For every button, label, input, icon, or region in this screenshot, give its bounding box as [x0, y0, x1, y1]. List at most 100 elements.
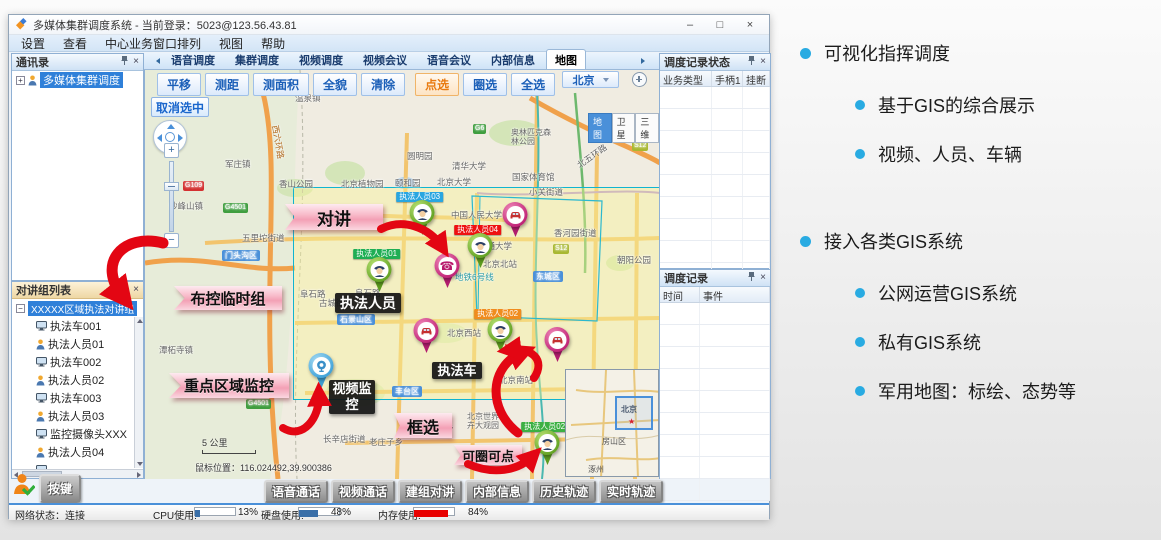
map-tool-测面积[interactable]: 测面积 — [253, 73, 309, 96]
feature-group: 接入各类GIS系统公网运营GIS系统私有GIS系统军用地图：标绘、态势等 — [800, 228, 1161, 404]
feature-group: 可视化指挥调度基于GIS的综合展示视频、人员、车辆 — [800, 40, 1161, 167]
maximize-icon[interactable]: □ — [713, 19, 727, 31]
bullet-icon — [855, 337, 865, 347]
ptt-button[interactable]: 按键 — [39, 474, 81, 503]
map-tool-平移[interactable]: 平移 — [157, 73, 201, 96]
layer-button-三维[interactable]: 三维 — [635, 113, 659, 143]
layer-button-地图[interactable]: 地图 — [588, 113, 612, 143]
tabs: 语音调度集群调度视频调度视频会议语音会议内部信息地图 — [162, 49, 588, 69]
table-header-row: 业务类型手柄1挂断 — [660, 71, 770, 87]
officer-pin-icon — [535, 430, 560, 466]
table-row — [660, 479, 770, 501]
map-canvas[interactable]: 温泉镇军庄镇香山公园妙峰山镇五里坨街道门头沟区潭柘寺镇长辛店街道老庄子乡北京植物… — [144, 70, 659, 479]
tab-语音会议[interactable]: 语音会议 — [418, 49, 480, 69]
star-icon: ★ — [628, 417, 635, 426]
talkgroup-root-label[interactable]: XXXXX区域执法对讲组 — [28, 301, 137, 316]
zoom-out-button[interactable]: − — [164, 233, 179, 248]
zoom-slider-handle[interactable] — [164, 182, 179, 191]
menu-item-查看[interactable]: 查看 — [63, 35, 87, 52]
city-selector[interactable]: 北京 — [562, 71, 619, 88]
table-cell — [700, 435, 770, 456]
monitor-icon — [36, 357, 47, 367]
tab-视频调度[interactable]: 视频调度 — [290, 49, 352, 69]
action-button-内部信息[interactable]: 内部信息 — [465, 480, 529, 503]
minimize-icon[interactable]: – — [683, 19, 697, 31]
menu-item-设置[interactable]: 设置 — [21, 35, 45, 52]
table-cell — [660, 413, 700, 434]
feature-item: 军用地图：标绘、态势等 — [800, 378, 1161, 404]
map-tool-清除[interactable]: 清除 — [361, 73, 405, 96]
tab-视频会议[interactable]: 视频会议 — [354, 49, 416, 69]
action-button-实时轨迹[interactable]: 实时轨迹 — [599, 480, 663, 503]
list-item-label: 执法人员01 — [48, 336, 104, 352]
list-item[interactable]: 执法人员04 — [36, 443, 136, 461]
contacts-root-label[interactable]: 多媒体集群调度 — [40, 72, 123, 88]
table-cell — [660, 435, 700, 456]
layer-button-卫星[interactable]: 卫星 — [612, 113, 636, 143]
tab-scroll-left-icon[interactable] — [154, 57, 162, 65]
list-item[interactable]: 执法人员03 — [36, 407, 136, 425]
dispatch-record-panel: 调度记录×时间事件 — [659, 269, 771, 479]
map-select-点选[interactable]: 点选 — [415, 73, 459, 96]
talkgroup-root-row[interactable]: − XXXXX区域执法对讲组 — [12, 299, 143, 317]
locate-icon[interactable] — [632, 72, 647, 87]
close-icon[interactable]: × — [760, 273, 766, 283]
panel-title: 调度记录状态 — [664, 54, 730, 70]
table-cell — [660, 87, 712, 108]
tab-语音调度[interactable]: 语音调度 — [162, 49, 224, 69]
list-item[interactable]: 监控摄像头XXX — [36, 425, 136, 443]
collapse-icon[interactable]: − — [16, 304, 25, 313]
pin-icon[interactable] — [748, 56, 755, 68]
minimap[interactable]: 北京 ★ 房山区 涿州 — [565, 369, 659, 477]
close-icon[interactable]: × — [743, 19, 757, 31]
contacts-root-row[interactable]: + 多媒体集群调度 — [12, 71, 143, 89]
close-icon[interactable]: × — [133, 285, 139, 295]
table-row — [660, 131, 770, 153]
table-cell — [712, 197, 743, 218]
cancel-selection-button[interactable]: 取消选中 — [151, 97, 209, 117]
pin-icon[interactable] — [121, 56, 128, 68]
group-icon — [28, 75, 37, 86]
mouse-position: 鼠标位置：116.024492,39.900386 — [195, 461, 332, 474]
table-cell — [660, 175, 712, 196]
zoom-in-button[interactable]: + — [164, 143, 179, 158]
cpu-label: CPU使用: — [153, 507, 197, 522]
map-tool-测距[interactable]: 测距 — [205, 73, 249, 96]
table-header-row: 时间事件 — [660, 287, 770, 303]
table-cell — [743, 175, 770, 196]
list-item[interactable]: 执法人员02 — [36, 371, 136, 389]
pin-icon[interactable] — [748, 272, 755, 284]
tab-地图[interactable]: 地图 — [546, 49, 586, 69]
table-row — [660, 413, 770, 435]
list-item-label: 执法车002 — [50, 354, 101, 370]
action-button-语音通话[interactable]: 语音通话 — [264, 480, 328, 503]
map-select-圈选[interactable]: 圈选 — [463, 73, 507, 96]
tab-集群调度[interactable]: 集群调度 — [226, 49, 288, 69]
vertical-scrollbar[interactable] — [134, 317, 143, 468]
cpu-usage-bar — [194, 507, 236, 516]
pin-icon[interactable] — [121, 284, 128, 296]
feature-group-title-text: 可视化指挥调度 — [824, 40, 950, 66]
tab-内部信息[interactable]: 内部信息 — [482, 49, 544, 69]
list-item[interactable]: 执法车001 — [36, 317, 136, 335]
zoom-slider-track[interactable] — [169, 161, 174, 232]
map-select-全选[interactable]: 全选 — [511, 73, 555, 96]
list-item[interactable]: 执法人员01 — [36, 335, 136, 353]
map-tool-全貌[interactable]: 全貌 — [313, 73, 357, 96]
expand-icon[interactable]: + — [16, 76, 25, 85]
table-cell — [660, 347, 700, 368]
table-cell — [660, 131, 712, 152]
list-item[interactable]: 执法车003 — [36, 389, 136, 407]
tab-scroll-right-icon[interactable] — [639, 57, 647, 65]
contacts-panel-title: 通讯录 — [16, 54, 49, 70]
close-icon[interactable]: × — [760, 57, 766, 67]
action-button-历史轨迹[interactable]: 历史轨迹 — [532, 480, 596, 503]
list-item[interactable]: 执法车002 — [36, 353, 136, 371]
action-button-建组对讲[interactable]: 建组对讲 — [398, 480, 462, 503]
chevron-down-icon — [603, 78, 609, 82]
action-button-视频通话[interactable]: 视频通话 — [331, 480, 395, 503]
officer-pin-icon — [410, 200, 435, 236]
close-icon[interactable]: × — [133, 57, 139, 67]
contacts-panel: 通讯录 × + 多媒体集群调度 — [11, 53, 144, 281]
table-cell — [712, 109, 743, 130]
